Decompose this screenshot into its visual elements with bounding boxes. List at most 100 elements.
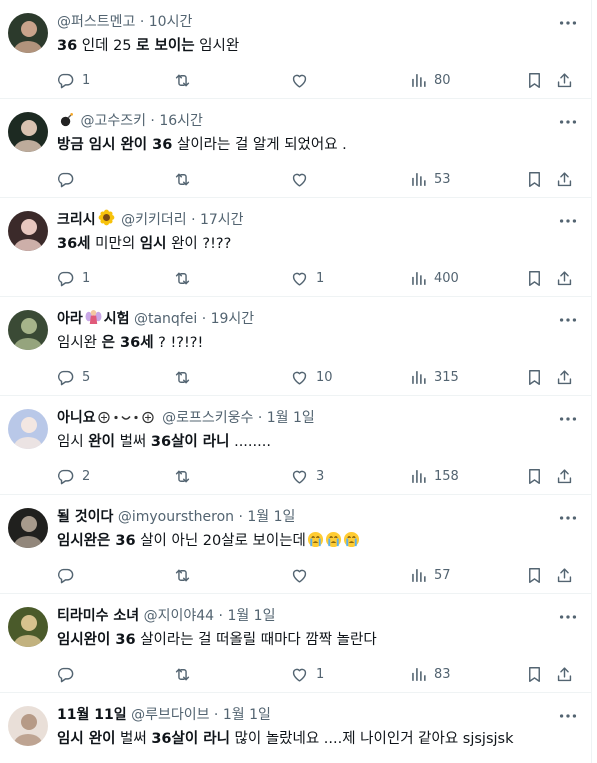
share-button[interactable] (555, 364, 574, 390)
repost-button[interactable] (173, 562, 199, 588)
bookmark-button[interactable] (525, 364, 544, 390)
avatar[interactable] (8, 112, 48, 152)
views-button[interactable]: 400 (409, 265, 459, 291)
like-button[interactable] (290, 166, 316, 192)
more-icon[interactable] (557, 408, 579, 430)
reply-button[interactable] (56, 166, 82, 192)
bookmark-button[interactable] (525, 67, 544, 93)
handle[interactable]: @키키더리 (121, 212, 187, 228)
views-button[interactable]: 80 (409, 67, 451, 93)
more-icon[interactable] (557, 606, 579, 628)
repost-icon (173, 170, 192, 189)
avatar[interactable] (8, 13, 48, 53)
like-button[interactable]: 1 (290, 661, 324, 687)
more-icon[interactable] (557, 210, 579, 232)
repost-button[interactable] (173, 67, 199, 93)
bookmark-icon (525, 269, 544, 288)
bookmark-button[interactable] (525, 562, 544, 588)
repost-button[interactable] (173, 265, 199, 291)
reply-button[interactable]: 5 (56, 364, 90, 390)
display-name-suffix[interactable]: 시험 (104, 311, 130, 327)
bookmark-button[interactable] (525, 265, 544, 291)
avatar[interactable] (8, 706, 48, 746)
more-icon[interactable] (557, 12, 579, 34)
avatar[interactable] (8, 409, 48, 449)
reply-button[interactable]: 1 (56, 67, 90, 93)
handle[interactable]: @imyourstheron (118, 509, 234, 525)
views-button[interactable]: 315 (409, 364, 459, 390)
bookmark-button[interactable] (525, 463, 544, 489)
handle[interactable]: @루브다이브 (131, 707, 209, 723)
like-count: 3 (316, 468, 325, 484)
repost-button[interactable] (173, 661, 199, 687)
tweet-text-segment: 36살이 라니 (150, 434, 230, 450)
share-button[interactable] (555, 562, 574, 588)
bookmark-button[interactable] (525, 166, 544, 192)
like-button[interactable] (290, 67, 316, 93)
display-name[interactable]: 될 것이다 (57, 509, 113, 525)
views-button[interactable]: 53 (409, 166, 451, 192)
handle[interactable]: @지이야44 (144, 608, 214, 624)
tweet-item[interactable]: 크리시 @키키더리 · 17시간 36세 미만의 임시 완이 ?!?? 1 1 4… (0, 198, 591, 297)
avatar[interactable] (8, 508, 48, 548)
like-button[interactable]: 1 (290, 265, 324, 291)
handle[interactable]: @로프스키웅수 (162, 410, 253, 426)
display-name[interactable]: 티라미수 소녀 (57, 608, 139, 624)
timestamp[interactable]: 17시간 (200, 212, 244, 228)
tweet-item[interactable]: 아라 시험 @tanqfei · 19시간 임시완 은 36세 ? !?!?! 5 … (0, 297, 591, 396)
handle[interactable]: @tanqfei (134, 311, 197, 327)
views-button[interactable]: 158 (409, 463, 459, 489)
reply-button[interactable]: 1 (56, 265, 90, 291)
timestamp[interactable]: 10시간 (149, 14, 193, 30)
avatar[interactable] (8, 310, 48, 350)
handle[interactable]: @고수즈키 (80, 113, 146, 129)
separator-dot: · (214, 608, 228, 624)
display-name[interactable]: 아라 (57, 311, 83, 327)
avatar[interactable] (8, 607, 48, 647)
timestamp[interactable]: 1월 1일 (267, 410, 315, 426)
share-button[interactable] (555, 166, 574, 192)
bookmark-icon (525, 467, 544, 486)
share-button[interactable] (555, 265, 574, 291)
tweet-item[interactable]: 11월 11일 @루브다이브 · 1월 1일 임시 완이 벌써 36살이 라니 많… (0, 693, 591, 763)
repost-button[interactable] (173, 166, 199, 192)
tweet-item[interactable]: @퍼스트멘고 · 10시간 36 인데 25 로 보이는 임시완 1 80 (0, 0, 591, 99)
bookmark-button[interactable] (525, 661, 544, 687)
tweet-text-segment: 36 (57, 38, 78, 54)
share-button[interactable] (555, 661, 574, 687)
tweet-item[interactable]: 될 것이다 @imyourstheron · 1월 1일 임시완은 36 살이 아… (0, 495, 591, 594)
display-name[interactable]: 11월 11일 (57, 707, 127, 723)
timestamp[interactable]: 1월 1일 (227, 608, 275, 624)
share-button[interactable] (555, 67, 574, 93)
tweet-text-segment: 완이 ?!?? (166, 236, 232, 252)
reply-button[interactable] (56, 562, 82, 588)
tweet-item[interactable]: 티라미수 소녀 @지이야44 · 1월 1일 임시완이 36 살이라는 걸 떠올릴… (0, 594, 591, 693)
views-icon (409, 566, 428, 585)
display-name[interactable]: 아니요 (57, 410, 96, 426)
timestamp[interactable]: 1월 1일 (247, 509, 295, 525)
like-button[interactable] (290, 562, 316, 588)
more-icon[interactable] (557, 111, 579, 133)
like-button[interactable]: 10 (290, 364, 333, 390)
avatar[interactable] (8, 211, 48, 251)
view-count: 315 (434, 369, 459, 385)
timestamp[interactable]: 1월 1일 (223, 707, 271, 723)
views-button[interactable]: 83 (409, 661, 451, 687)
like-button[interactable]: 3 (290, 463, 324, 489)
repost-button[interactable] (173, 364, 199, 390)
timestamp[interactable]: 16시간 (159, 113, 203, 129)
tweet-text: 임시 완이 벌써 36살이 라니 많이 놀랐네요 ....제 나이인거 같아요 … (57, 727, 581, 751)
handle[interactable]: @퍼스트멘고 (57, 14, 135, 30)
repost-button[interactable] (173, 463, 199, 489)
reply-button[interactable]: 2 (56, 463, 90, 489)
more-icon[interactable] (557, 309, 579, 331)
more-icon[interactable] (557, 507, 579, 529)
tweet-item[interactable]: @고수즈키 · 16시간 방금 임시 완이 36 살이라는 걸 알게 되었어요 .… (0, 99, 591, 198)
display-name[interactable]: 크리시 (57, 212, 96, 228)
more-icon[interactable] (557, 705, 579, 727)
tweet-item[interactable]: 아니요 @로프스키웅수 · 1월 1일 임시 완이 벌써 36살이 라니 ....… (0, 396, 591, 495)
share-button[interactable] (555, 463, 574, 489)
views-button[interactable]: 57 (409, 562, 451, 588)
reply-button[interactable] (56, 661, 82, 687)
timestamp[interactable]: 19시간 (211, 311, 255, 327)
